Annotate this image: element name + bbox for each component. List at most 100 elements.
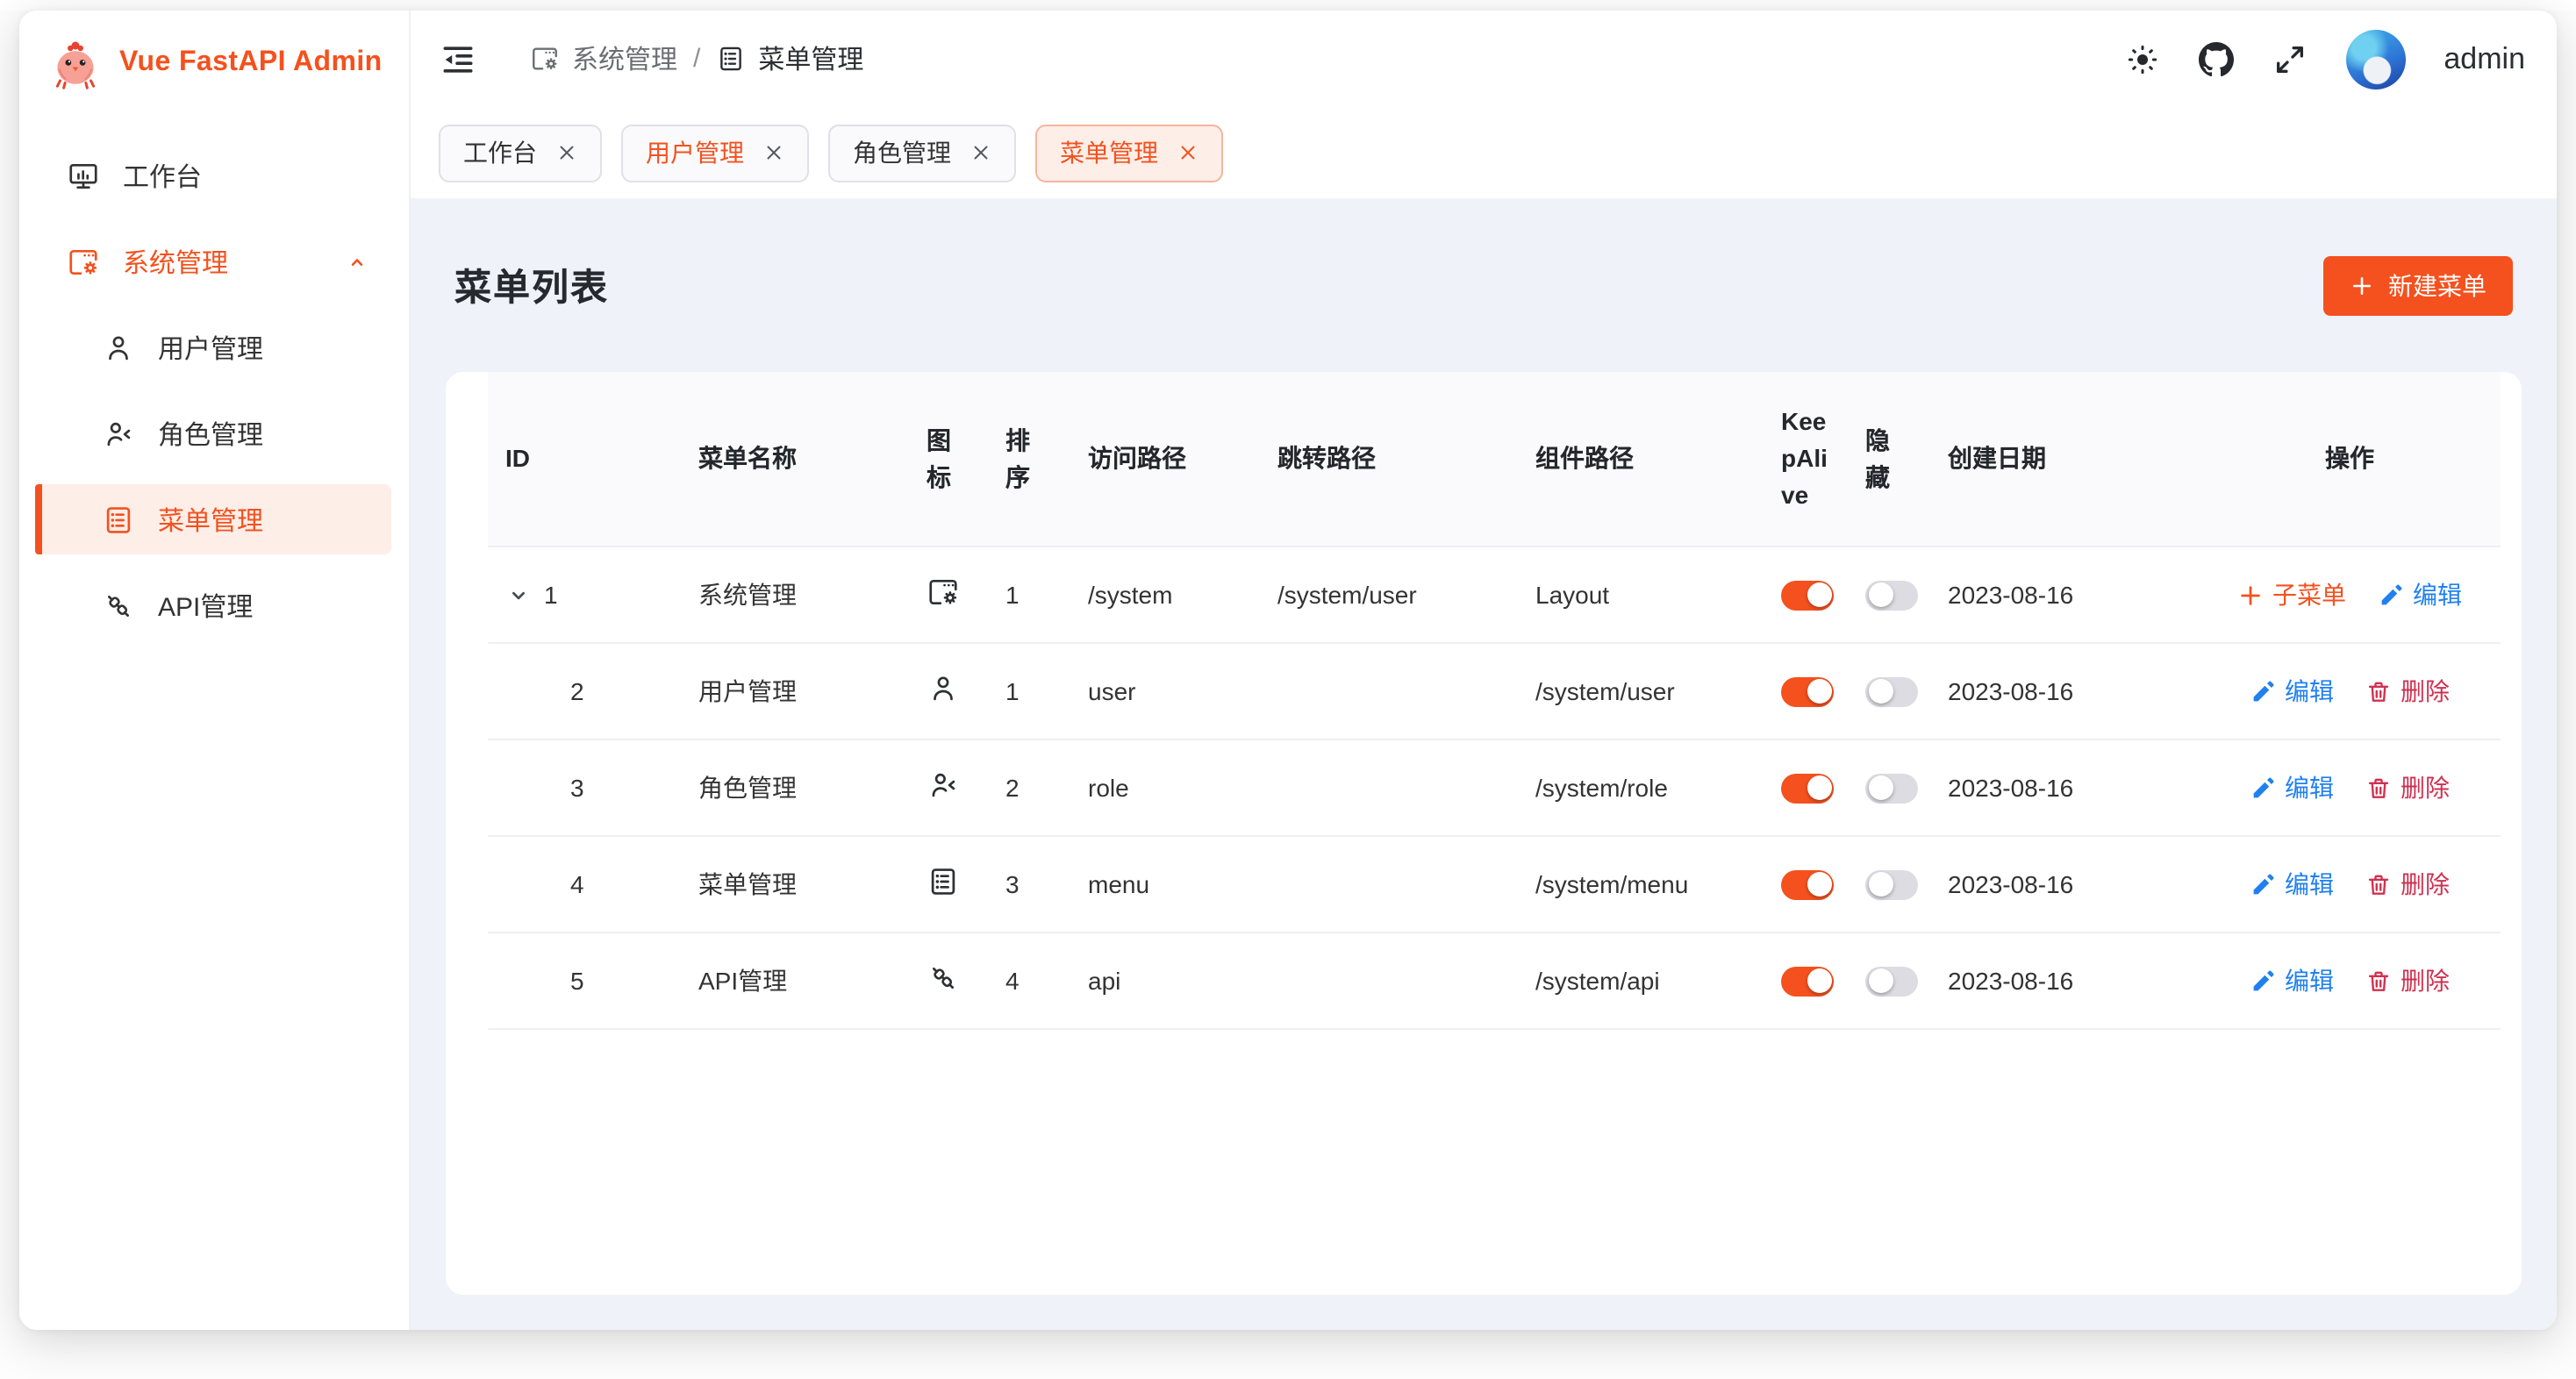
menu-table: ID 菜单名称 图标 排序 访问路径 跳转路径 组件路径 KeepAlive 隐…	[488, 372, 2501, 1030]
row-path: /system	[1070, 547, 1260, 643]
hidden-toggle[interactable]	[1865, 967, 1918, 997]
breadcrumb-system[interactable]: 系统管理	[530, 40, 677, 77]
tab-bar: 工作台 用户管理 角色管理 菜单管理	[411, 107, 2557, 198]
row-id: 2	[570, 677, 584, 705]
col-redirect: 跳转路径	[1260, 372, 1518, 547]
pencil-icon	[2250, 775, 2276, 801]
row-redirect	[1260, 643, 1518, 740]
hidden-toggle[interactable]	[1865, 774, 1918, 804]
sidebar-item-label: 角色管理	[158, 415, 263, 452]
edit-button[interactable]: 编辑	[2250, 867, 2334, 902]
hidden-toggle[interactable]	[1865, 581, 1918, 611]
col-hidden: 隐藏	[1848, 372, 1930, 547]
delete-button[interactable]: 删除	[2365, 867, 2450, 902]
tab-roles[interactable]: 角色管理	[828, 124, 1016, 182]
app-logo[interactable]: Vue FastAPI Admin	[19, 11, 409, 116]
plus-icon	[2237, 582, 2264, 608]
app-title: Vue FastAPI Admin	[119, 47, 383, 79]
col-order: 排序	[988, 372, 1070, 547]
pencil-icon	[2250, 871, 2276, 897]
row-id: 4	[570, 870, 584, 898]
plug-icon	[927, 961, 960, 995]
fullscreen-icon[interactable]	[2272, 41, 2307, 76]
close-icon[interactable]	[1177, 142, 1199, 163]
edit-button[interactable]: 编辑	[2250, 963, 2334, 998]
system-gear-icon	[530, 44, 560, 74]
row-order: 2	[988, 740, 1070, 836]
sidebar-item-label: 用户管理	[158, 329, 263, 366]
breadcrumb-separator: /	[693, 44, 700, 74]
trash-icon	[2365, 871, 2392, 897]
hidden-toggle[interactable]	[1865, 870, 1918, 900]
theme-sun-icon[interactable]	[2124, 41, 2159, 76]
tab-menus[interactable]: 菜单管理	[1035, 124, 1223, 182]
page-header: 菜单列表 新建菜单	[446, 198, 2522, 372]
hidden-toggle[interactable]	[1865, 677, 1918, 707]
row-name: 菜单管理	[681, 836, 909, 932]
chevron-up-icon	[344, 248, 370, 275]
add-submenu-button[interactable]: 子菜单	[2237, 577, 2346, 612]
menu-list-icon	[927, 865, 960, 898]
system-gear-icon	[927, 575, 960, 609]
system-gear-icon	[67, 245, 100, 278]
row-redirect: /system/user	[1260, 547, 1518, 643]
row-id: 5	[570, 967, 584, 995]
row-name: API管理	[681, 932, 909, 1029]
col-name: 菜单名称	[681, 372, 909, 547]
sidebar-item-roles[interactable]: 角色管理	[35, 398, 391, 468]
row-name: 用户管理	[681, 643, 909, 740]
col-keepalive: KeepAlive	[1764, 372, 1848, 547]
col-date: 创建日期	[1930, 372, 2199, 547]
sidebar-item-api[interactable]: API管理	[35, 570, 391, 640]
table-row: 2 用户管理 1 user /system/user 2023-08-16	[488, 643, 2501, 740]
row-component: Layout	[1518, 547, 1764, 643]
sidebar-item-workbench[interactable]: 工作台	[35, 140, 391, 211]
row-component: /system/api	[1518, 932, 1764, 1029]
collapse-sidebar-icon[interactable]	[439, 39, 477, 78]
row-order: 1	[988, 643, 1070, 740]
table-row: 3 角色管理 2 role /system/role 2023-08-16	[488, 740, 2501, 836]
row-component: /system/role	[1518, 740, 1764, 836]
tab-workbench[interactable]: 工作台	[439, 124, 602, 182]
col-component: 组件路径	[1518, 372, 1764, 547]
pencil-icon	[2250, 678, 2276, 704]
username[interactable]: admin	[2444, 41, 2525, 76]
new-menu-button[interactable]: 新建菜单	[2323, 255, 2513, 315]
header-actions: admin	[2124, 29, 2525, 89]
row-date: 2023-08-16	[1930, 740, 2199, 836]
close-icon[interactable]	[970, 142, 991, 163]
row-id: 1	[544, 581, 558, 609]
menu-list-icon	[102, 503, 135, 536]
close-icon[interactable]	[556, 142, 577, 163]
keepalive-toggle[interactable]	[1781, 870, 1834, 900]
keepalive-toggle[interactable]	[1781, 967, 1834, 997]
breadcrumb-menus[interactable]: 菜单管理	[716, 40, 863, 77]
github-icon[interactable]	[2198, 41, 2233, 76]
main-area: 系统管理 / 菜单管理 admin	[411, 11, 2557, 1330]
sidebar-item-users[interactable]: 用户管理	[35, 312, 391, 382]
edit-button[interactable]: 编辑	[2250, 674, 2334, 709]
delete-button[interactable]: 删除	[2365, 770, 2450, 805]
keepalive-toggle[interactable]	[1781, 581, 1834, 611]
sidebar-item-system[interactable]: 系统管理	[35, 226, 391, 297]
delete-button[interactable]: 删除	[2365, 963, 2450, 998]
sidebar-item-label: 系统管理	[123, 243, 228, 280]
table-row: 1 系统管理 1 /system /system/user Layout	[488, 547, 2501, 643]
delete-button[interactable]: 删除	[2365, 674, 2450, 709]
sidebar-item-menus[interactable]: 菜单管理	[35, 484, 391, 554]
user-icon	[102, 331, 135, 364]
page-title: 菜单列表	[454, 259, 609, 311]
edit-button[interactable]: 编辑	[2250, 770, 2334, 805]
table-header-row: ID 菜单名称 图标 排序 访问路径 跳转路径 组件路径 KeepAlive 隐…	[488, 372, 2501, 547]
sidebar-item-label: 工作台	[123, 157, 202, 194]
keepalive-toggle[interactable]	[1781, 774, 1834, 804]
row-component: /system/menu	[1518, 836, 1764, 932]
chevron-down-icon[interactable]	[505, 582, 532, 608]
avatar[interactable]	[2345, 29, 2405, 89]
close-icon[interactable]	[763, 142, 784, 163]
tab-users[interactable]: 用户管理	[621, 124, 809, 182]
edit-button[interactable]: 编辑	[2378, 577, 2462, 612]
row-redirect	[1260, 932, 1518, 1029]
plus-icon	[2350, 273, 2374, 297]
keepalive-toggle[interactable]	[1781, 677, 1834, 707]
